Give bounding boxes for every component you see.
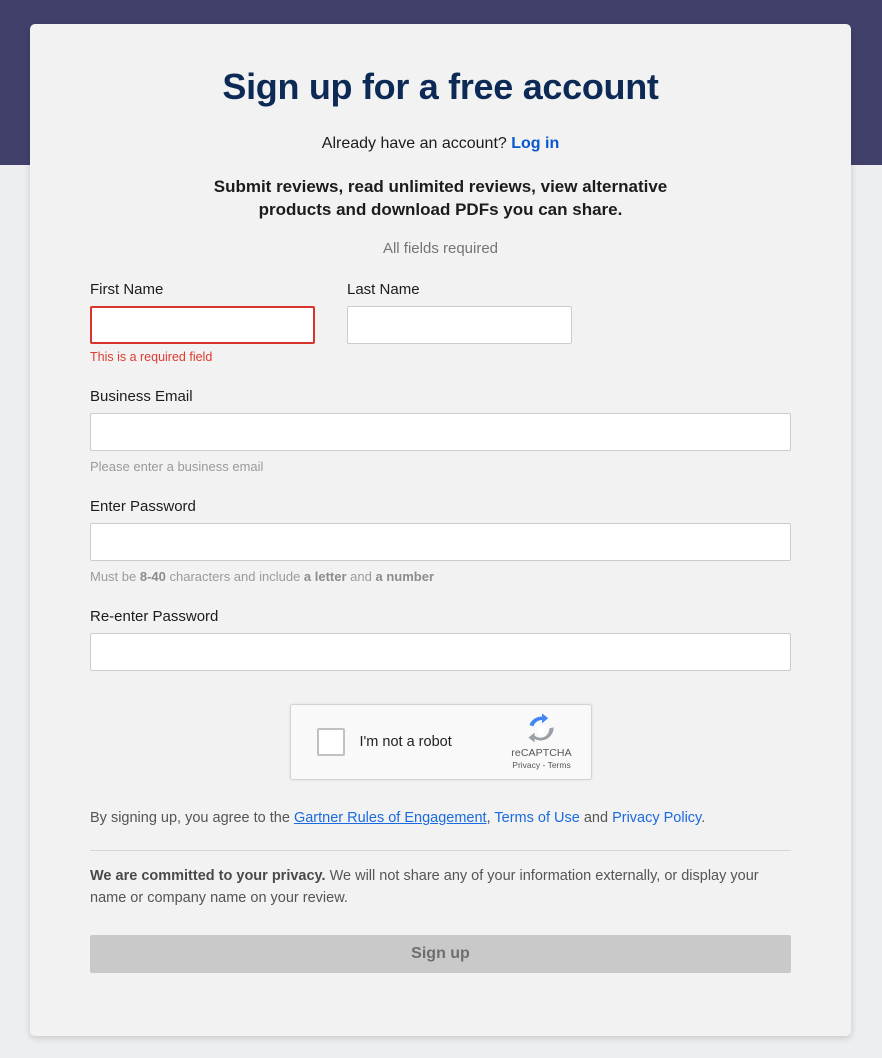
confirm-password-field-group: Re-enter Password (90, 608, 791, 672)
recaptcha-checkbox-label: I'm not a robot (359, 734, 452, 751)
confirm-password-label: Re-enter Password (90, 608, 219, 626)
password-label: Enter Password (90, 498, 196, 516)
last-name-field-group: Last Name (347, 281, 572, 364)
recaptcha-container: I'm not a robot reCAPTCHA Privacy - Term… (90, 704, 791, 781)
existing-account-text: Already have an account? (321, 135, 507, 153)
value-proposition-text: Submit reviews, read unlimited reviews, … (213, 177, 668, 220)
all-fields-required-note: All fields required (382, 240, 499, 258)
existing-account-row: Already have an account? Log in (90, 107, 791, 153)
log-in-link[interactable]: Log in (511, 135, 559, 152)
recaptcha-branding: reCAPTCHA Privacy - Terms (504, 713, 580, 770)
sign-up-submit-button[interactable]: Sign up (90, 934, 791, 973)
recaptcha-brand-name: reCAPTCHA (511, 747, 572, 760)
password-requirements-hint: Must be 8-40 characters and include a le… (90, 569, 791, 584)
business-email-label: Business Email (90, 388, 193, 406)
recaptcha-privacy-terms-link[interactable]: Privacy - Terms (504, 760, 580, 770)
recaptcha-checkbox[interactable] (316, 728, 345, 757)
confirm-password-input[interactable] (90, 633, 791, 672)
first-name-label: First Name (90, 281, 164, 299)
recaptcha-logo-icon (527, 713, 554, 743)
password-hint-length: 8-40 (139, 569, 166, 585)
last-name-input[interactable] (347, 306, 572, 345)
privacy-policy-link[interactable]: Privacy Policy (612, 810, 701, 826)
first-name-field-group: First Name This is a required field (90, 281, 315, 364)
name-field-row: First Name This is a required field Last… (90, 281, 791, 364)
recaptcha-widget[interactable]: I'm not a robot reCAPTCHA Privacy - Term… (289, 704, 592, 781)
terms-agreement-text: By signing up, you agree to the Gartner … (90, 780, 791, 830)
terms-of-use-link[interactable]: Terms of Use (494, 810, 579, 826)
password-hint-prefix: Must be (90, 569, 140, 585)
business-email-field-group: Business Email Please enter a business e… (90, 388, 791, 474)
signup-form: First Name This is a required field Last… (90, 257, 791, 973)
first-name-error-message: This is a required field (90, 350, 213, 365)
gartner-rules-of-engagement-link[interactable]: Gartner Rules of Engagement (294, 810, 487, 826)
password-hint-join: and (346, 569, 376, 585)
password-hint-number: a number (375, 569, 434, 585)
terms-suffix: . (701, 810, 706, 827)
password-hint-middle: characters and include (165, 569, 304, 585)
last-name-label: Last Name (347, 281, 420, 299)
signup-modal-card: Sign up for a free account Already have … (30, 24, 851, 1036)
terms-prefix: By signing up, you agree to the (90, 810, 294, 827)
page-title: Sign up for a free account (222, 66, 659, 107)
terms-join: and (579, 810, 613, 827)
business-email-input[interactable] (90, 413, 791, 452)
privacy-commitment-lead: We are committed to your privacy. (90, 868, 326, 885)
password-hint-letter: a letter (303, 569, 347, 585)
first-name-input[interactable] (90, 306, 315, 345)
password-field-group: Enter Password Must be 8-40 characters a… (90, 498, 791, 584)
business-email-hint: Please enter a business email (90, 459, 264, 475)
password-input[interactable] (90, 523, 791, 562)
privacy-commitment-text: We are committed to your privacy. We wil… (90, 851, 791, 910)
